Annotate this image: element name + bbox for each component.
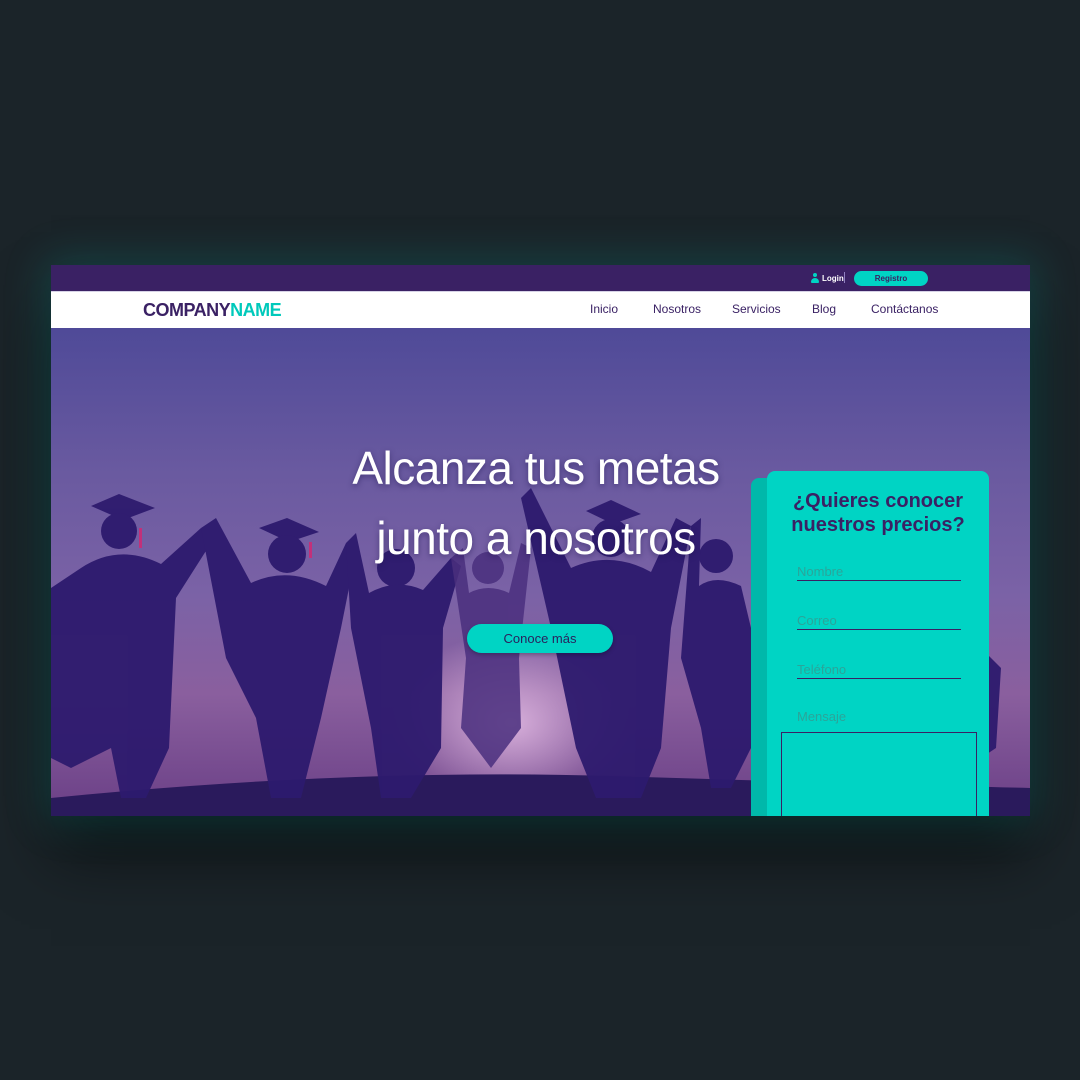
hero-section: Alcanza tus metas junto a nosotros Conoc… xyxy=(51,328,1030,816)
form-title-line-2: nuestros precios? xyxy=(791,514,965,536)
nav-item-inicio[interactable]: Inicio xyxy=(590,302,618,316)
user-icon xyxy=(811,272,819,284)
main-navbar: COMPANYNAME Inicio Nosotros Servicios Bl… xyxy=(51,291,1030,329)
register-button[interactable]: Registro xyxy=(854,271,928,286)
message-textarea[interactable] xyxy=(781,732,977,816)
nav-item-blog[interactable]: Blog xyxy=(812,302,836,316)
phone-field[interactable] xyxy=(797,660,961,679)
nav-item-servicios[interactable]: Servicios xyxy=(732,302,781,316)
topbar-divider xyxy=(844,272,845,283)
website-mockup: Login Registro COMPANYNAME Inicio Nosotr… xyxy=(51,265,1030,816)
nav-item-contactanos[interactable]: Contáctanos xyxy=(871,302,938,316)
name-field[interactable] xyxy=(797,562,961,581)
message-label: Mensaje xyxy=(797,709,847,724)
nav-item-nosotros[interactable]: Nosotros xyxy=(653,302,701,316)
form-title: ¿Quieres conocer nuestros precios? xyxy=(767,489,989,537)
hero-title-line-2: junto a nosotros xyxy=(376,512,696,564)
logo-part-company: COMPANY xyxy=(143,300,231,320)
company-logo[interactable]: COMPANYNAME xyxy=(143,300,282,321)
login-label: Login xyxy=(822,273,844,283)
email-field[interactable] xyxy=(797,611,961,630)
form-title-line-1: ¿Quieres conocer xyxy=(792,490,964,512)
login-link[interactable]: Login xyxy=(811,272,844,284)
top-bar: Login Registro xyxy=(51,265,1030,291)
learn-more-button[interactable]: Conoce más xyxy=(467,624,613,653)
logo-part-name: NAME xyxy=(230,300,282,320)
hero-title-line-1: Alcanza tus metas xyxy=(352,442,720,494)
hero-title: Alcanza tus metas junto a nosotros xyxy=(311,433,761,573)
pricing-form-card: ¿Quieres conocer nuestros precios? Mensa… xyxy=(767,471,989,816)
